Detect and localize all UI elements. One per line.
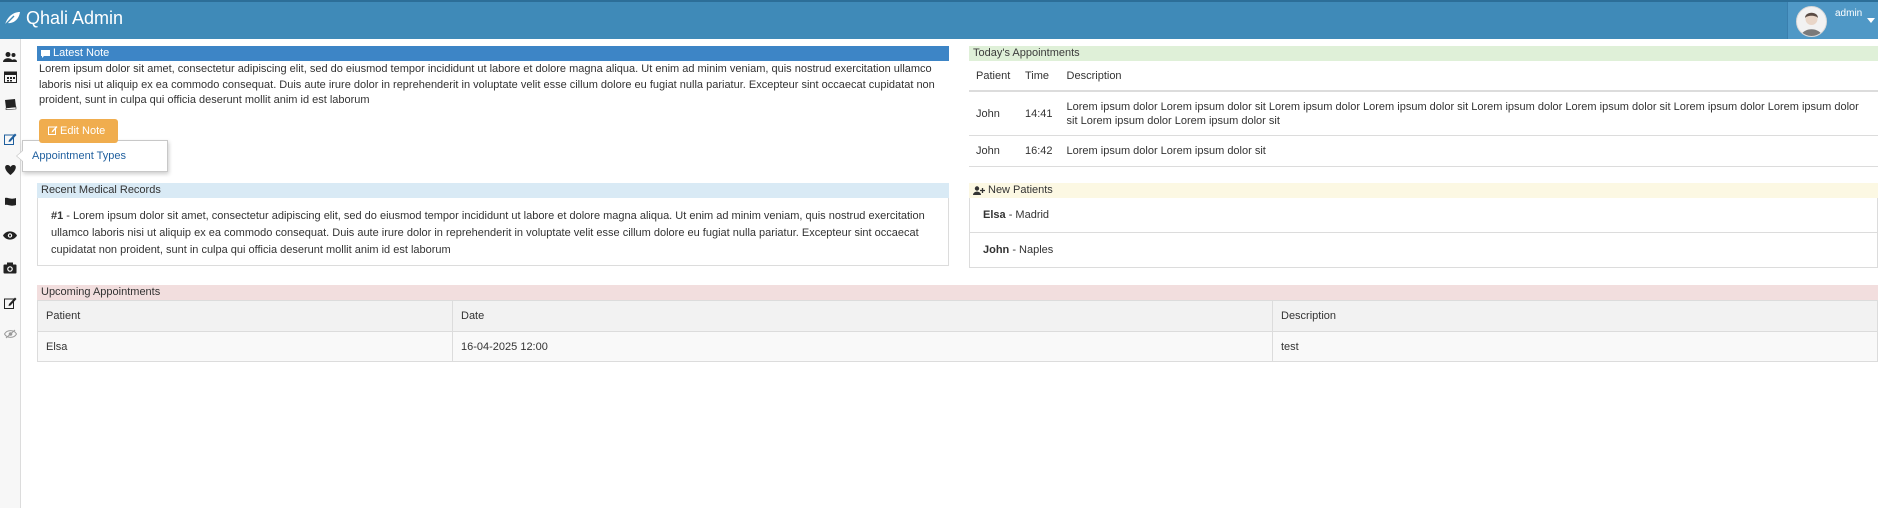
new-patients-heading: New Patients <box>969 183 1878 198</box>
record-text: - Lorem ipsum dolor sit amet, consectetu… <box>51 210 925 256</box>
camera-icon[interactable] <box>0 259 20 277</box>
eye-icon[interactable] <box>0 226 20 244</box>
patient-cell: John <box>969 91 1018 136</box>
heart-icon[interactable] <box>0 161 20 179</box>
users-icon[interactable] <box>0 48 20 66</box>
column-header: Patient <box>37 300 453 332</box>
patient-name: Elsa <box>983 209 1006 221</box>
upcoming-appointments-heading: Upcoming Appointments <box>37 285 1878 300</box>
user-plus-icon <box>973 186 985 195</box>
avatar <box>1796 6 1827 37</box>
new-patients-title: New Patients <box>988 184 1053 196</box>
latest-note-text: Lorem ipsum dolor sit amet, consectetur … <box>39 63 935 106</box>
time-cell: 14:41 <box>1018 91 1060 136</box>
edit-note-label: Edit Note <box>60 125 106 137</box>
app-title: Qhali Admin <box>26 8 124 28</box>
patient-name: John <box>983 244 1010 256</box>
record-item[interactable]: #1 - Lorem ipsum dolor sit amet, consect… <box>51 208 931 259</box>
column-header: Description <box>1059 62 1878 92</box>
eye-slash-icon[interactable] <box>0 325 20 343</box>
latest-note-heading: Latest Note <box>37 46 949 61</box>
user-menu[interactable]: admin <box>1787 2 1878 39</box>
time-cell: 16:42 <box>1018 135 1060 167</box>
top-navbar: Qhali Admin admin <box>0 0 1878 39</box>
edit-icon[interactable] <box>0 129 20 147</box>
flag-icon[interactable] <box>0 193 20 211</box>
column-header: Description <box>1272 300 1878 332</box>
pencil-square-icon[interactable] <box>0 293 20 311</box>
table-row[interactable]: John 16:42 Lorem ipsum dolor Lorem ipsum… <box>969 135 1878 167</box>
new-patients-list: Elsa - Madrid John - Naples <box>969 198 1878 268</box>
patient-city: - Naples <box>1009 244 1054 256</box>
edit-icon <box>48 126 58 135</box>
leaf-icon <box>4 12 20 26</box>
edit-note-button[interactable]: Edit Note <box>39 119 118 143</box>
patient-cell: Elsa <box>37 331 453 362</box>
book-icon[interactable] <box>0 95 20 113</box>
latest-note-title: Latest Note <box>53 47 110 59</box>
patient-cell: John <box>969 135 1018 167</box>
column-header: Date <box>452 300 1273 332</box>
brand[interactable]: Qhali Admin <box>4 8 123 29</box>
column-header: Patient <box>969 62 1018 92</box>
comment-icon <box>41 50 50 58</box>
column-header: Time <box>1018 62 1060 92</box>
todays-appointments-heading: Today's Appointments <box>969 46 1878 61</box>
list-item[interactable]: Elsa - Madrid <box>970 198 1877 233</box>
table-header-row: Patient Date Description <box>37 300 1878 332</box>
description-cell: Lorem ipsum dolor Lorem ipsum dolor sit <box>1059 135 1878 167</box>
calendar-icon[interactable] <box>0 67 20 85</box>
upcoming-appointments-table: Patient Date Description Elsa 16-04-2025… <box>37 300 1878 362</box>
sidebar <box>0 39 21 508</box>
appointment-types-menu-item[interactable]: Appointment Types <box>16 140 168 172</box>
patient-city: - Madrid <box>1005 209 1050 221</box>
table-row[interactable]: John 14:41 Lorem ipsum dolor Lorem ipsum… <box>969 91 1878 136</box>
table-header-row: Patient Time Description <box>969 62 1878 92</box>
user-name: admin <box>1835 8 1863 19</box>
record-number: #1 <box>51 210 64 222</box>
description-cell: test <box>1272 331 1878 362</box>
table-row[interactable]: Elsa 16-04-2025 12:00 test <box>37 331 1878 362</box>
caret-down-icon <box>1867 18 1875 23</box>
description-cell: Lorem ipsum dolor Lorem ipsum dolor sit … <box>1059 91 1878 136</box>
list-item[interactable]: John - Naples <box>970 233 1877 267</box>
todays-appointments-table: Patient Time Description John 14:41 Lore… <box>969 62 1878 167</box>
date-cell: 16-04-2025 12:00 <box>452 331 1273 362</box>
recent-medical-records-heading: Recent Medical Records <box>37 183 949 198</box>
